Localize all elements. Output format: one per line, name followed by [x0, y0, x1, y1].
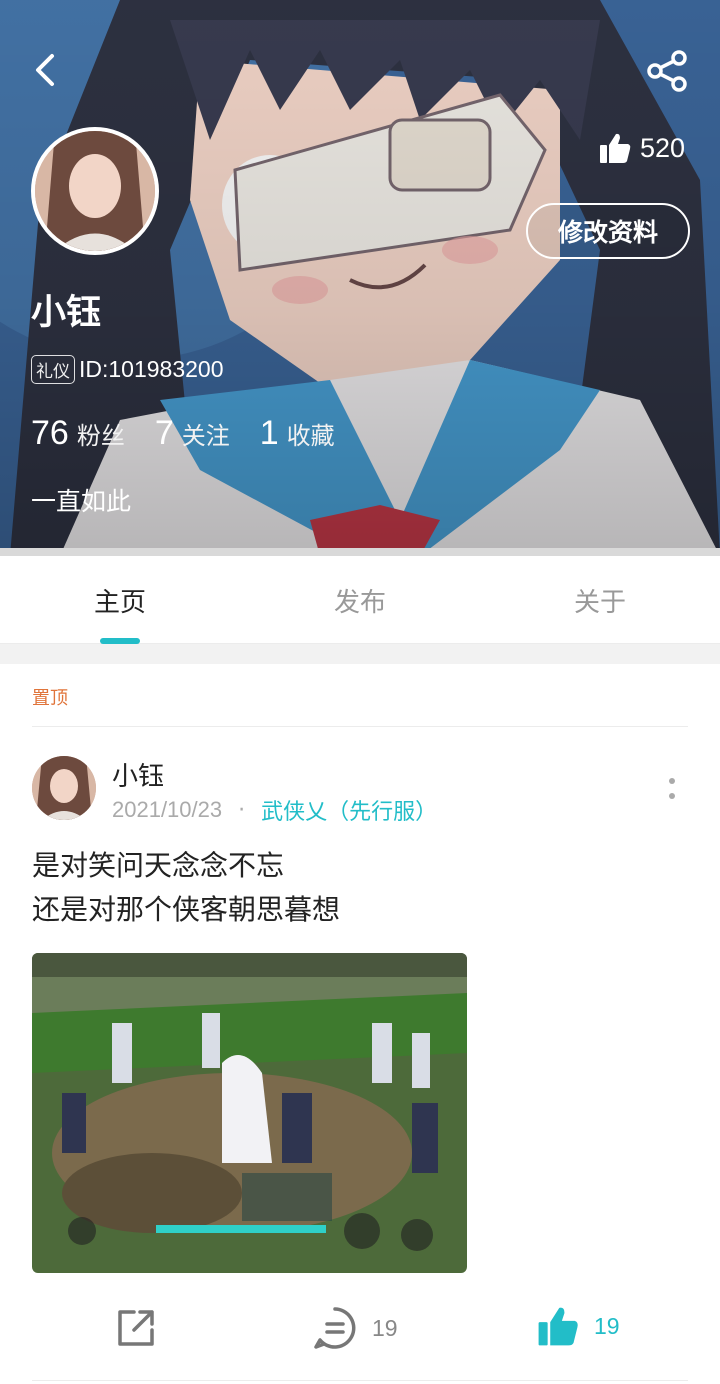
user-id-row: 礼仪 ID:101983200 — [31, 355, 224, 384]
avatar[interactable] — [31, 127, 159, 255]
user-name: 小钰 — [31, 293, 102, 333]
more-vertical-icon — [669, 778, 675, 799]
tab-about[interactable]: 关于 — [480, 556, 720, 644]
post-share-button[interactable] — [112, 1304, 160, 1352]
post-author-name[interactable]: 小钰 — [112, 756, 164, 793]
post-line: 还是对那个侠客朝思暮想 — [32, 893, 341, 926]
followers-label[interactable]: 粉丝 — [77, 416, 125, 451]
divider — [32, 726, 688, 727]
tab-posts[interactable]: 发布 — [240, 556, 480, 644]
tab-home[interactable]: 主页 — [0, 556, 240, 644]
user-id: ID:101983200 — [79, 356, 224, 382]
profile-likes: 520 — [598, 128, 685, 168]
post-body: 是对笑问天念念不忘 还是对那个侠客朝思暮想 — [32, 844, 340, 932]
divider — [32, 1380, 688, 1381]
likes-count: 520 — [640, 132, 686, 163]
post-meta: 2021/10/23 · 武侠乂（先行服） — [112, 794, 437, 826]
like-count: 19 — [594, 1312, 620, 1339]
share-button[interactable] — [644, 48, 690, 94]
comment-count: 19 — [372, 1314, 398, 1341]
following-count[interactable]: 7 — [155, 414, 174, 453]
profile-cover — [0, 0, 720, 556]
post-avatar-photo — [32, 756, 96, 820]
profile-tabs: 主页 发布 关于 — [0, 556, 720, 644]
thumbs-up-icon — [600, 133, 631, 163]
comment-icon — [314, 1307, 356, 1349]
post-comment-button[interactable]: 19 — [312, 1304, 398, 1352]
profile-stats: 76 粉丝 7 关注 1 收藏 — [31, 414, 365, 453]
user-badge: 礼仪 — [31, 355, 75, 384]
external-share-icon — [118, 1310, 154, 1346]
chevron-left-icon — [36, 54, 54, 86]
pinned-label: 置顶 — [32, 688, 68, 709]
user-bio: 一直如此 — [31, 487, 132, 516]
post-date: 2021/10/23 — [112, 797, 223, 822]
share-icon — [647, 50, 687, 92]
post-line: 是对笑问天念念不忘 — [32, 849, 285, 882]
avatar-photo — [35, 131, 155, 251]
following-label[interactable]: 关注 — [182, 416, 230, 451]
post-author-avatar[interactable] — [32, 756, 96, 820]
edit-profile-button[interactable]: 修改资料 — [526, 203, 690, 259]
post-more-button[interactable] — [662, 774, 682, 804]
post-like-button[interactable]: 19 — [536, 1302, 620, 1350]
post-game-link[interactable]: 武侠乂（先行服） — [261, 794, 437, 826]
meta-separator: · — [238, 797, 246, 823]
thumbs-up-icon — [538, 1307, 578, 1346]
followers-count[interactable]: 76 — [31, 414, 69, 453]
favorites-count[interactable]: 1 — [260, 414, 279, 453]
back-button[interactable] — [26, 48, 66, 92]
favorites-label[interactable]: 收藏 — [287, 416, 335, 451]
game-screenshot — [32, 953, 467, 1273]
section-divider — [0, 644, 720, 664]
post-image[interactable] — [32, 953, 467, 1273]
